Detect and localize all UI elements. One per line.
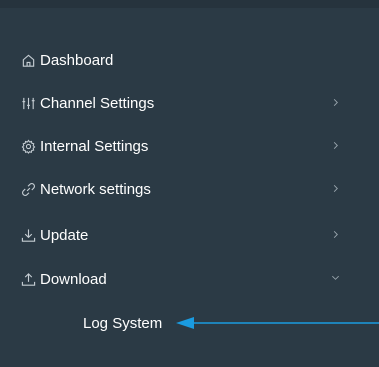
download-icon — [21, 228, 36, 243]
sidebar-item-label: Internal Settings — [40, 138, 149, 155]
sidebar-item-network-settings[interactable]: Network settings — [0, 170, 379, 210]
sidebar-item-label: Network settings — [40, 181, 151, 198]
chevron-right-icon — [331, 98, 340, 107]
chevron-right-icon — [331, 141, 340, 150]
chevron-down-icon — [331, 273, 340, 282]
sidebar-item-internal-settings[interactable]: Internal Settings — [0, 127, 379, 167]
link-icon — [21, 182, 36, 197]
sidebar-item-label: Dashboard — [40, 52, 114, 69]
chevron-right-icon — [331, 184, 340, 193]
chevron-right-icon — [331, 230, 340, 239]
sidebar-top-strip — [0, 0, 379, 8]
upload-icon — [21, 272, 36, 287]
gear-icon — [21, 139, 36, 154]
sidebar-item-update[interactable]: Update — [0, 216, 379, 256]
home-icon — [21, 53, 36, 68]
sidebar-item-label: Download — [40, 271, 107, 288]
sidebar-item-dashboard[interactable]: Dashboard — [0, 41, 379, 81]
sidebar-item-download[interactable]: Download — [0, 260, 379, 300]
sidebar-menu: Dashboard Channel Settings Internal Sett… — [0, 0, 379, 367]
annotation-arrow-icon — [176, 317, 379, 329]
sliders-icon — [21, 96, 36, 111]
sidebar-item-label: Channel Settings — [40, 95, 155, 112]
sidebar-item-label: Update — [40, 227, 89, 244]
submenu-item-label: Log System — [83, 315, 163, 332]
sidebar-item-channel-settings[interactable]: Channel Settings — [0, 84, 379, 124]
